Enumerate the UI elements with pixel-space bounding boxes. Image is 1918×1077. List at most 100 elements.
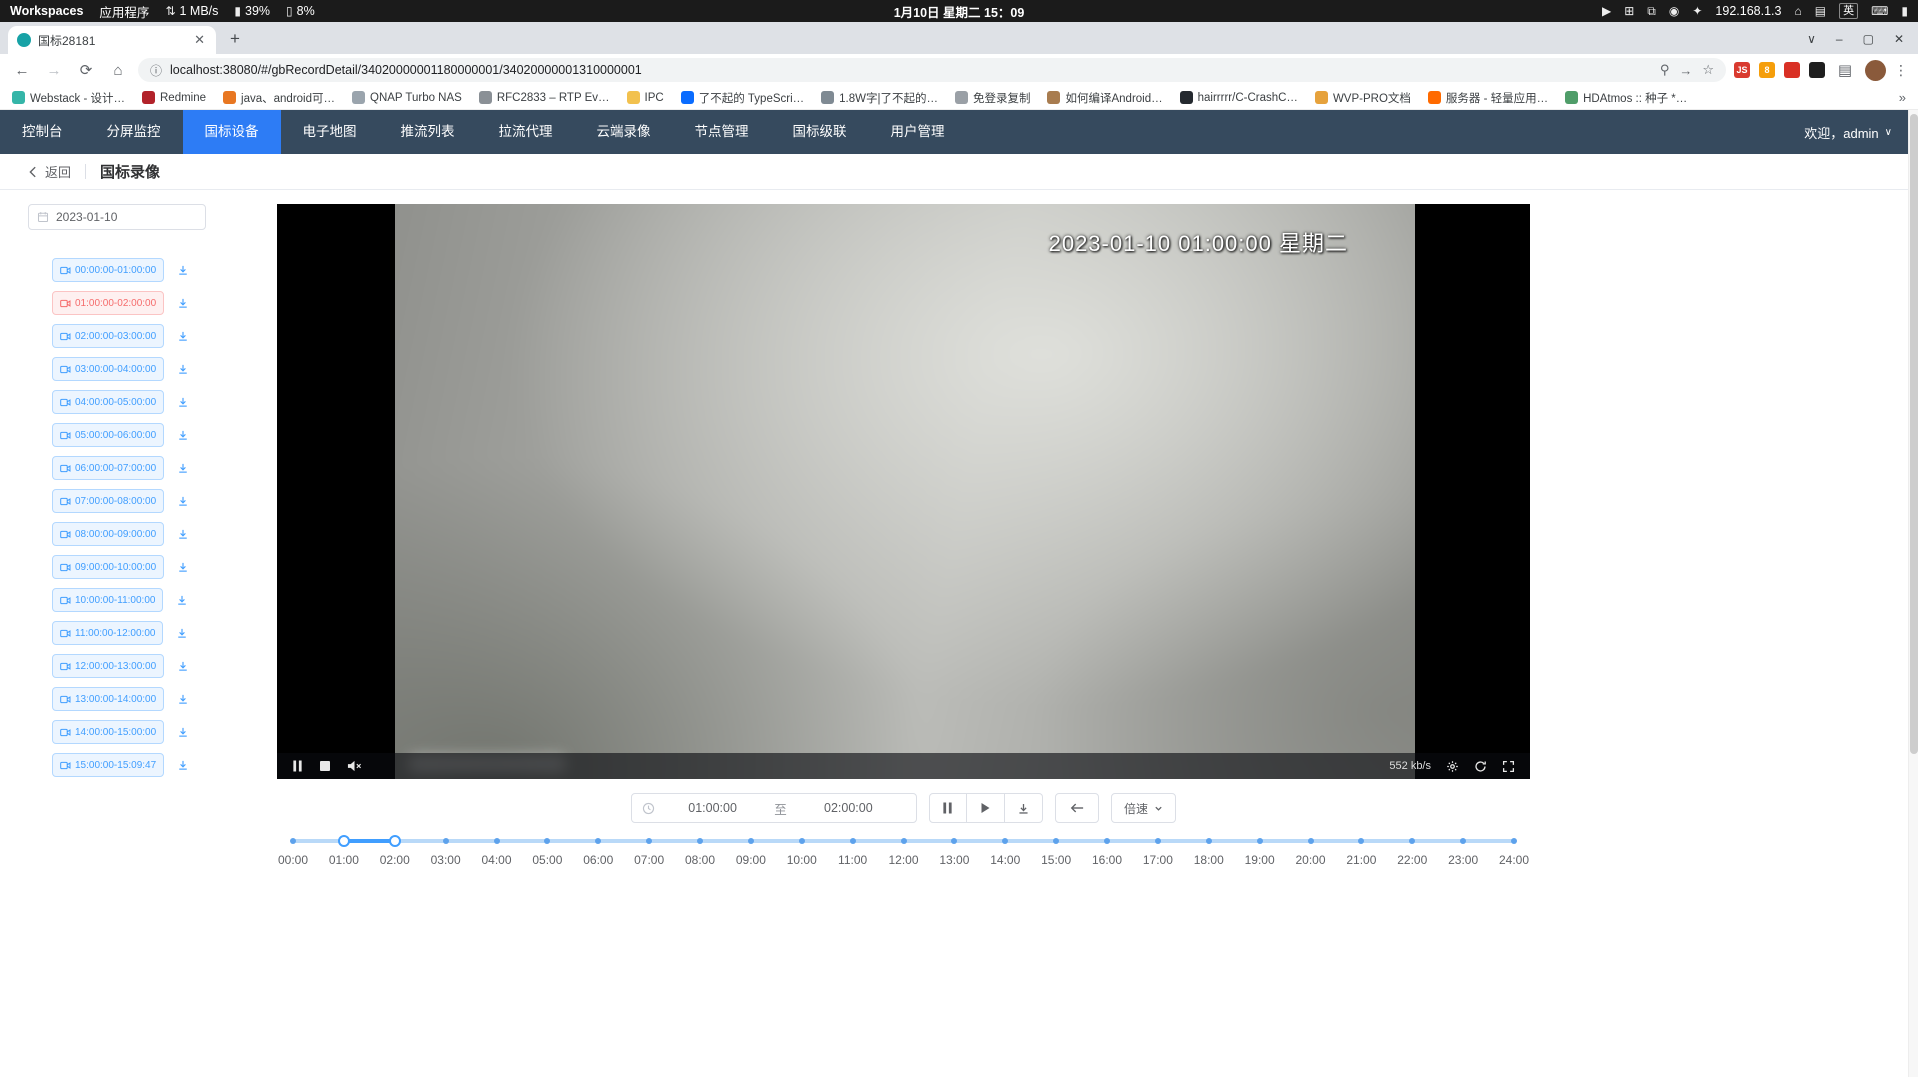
bookmark-star-icon[interactable]: ☆ (1702, 62, 1714, 78)
browser-back-icon[interactable]: ← (10, 62, 34, 79)
system-clock[interactable]: 1月10日 星期二 15：09 (894, 2, 1025, 21)
user-menu[interactable]: 欢迎，admin ∨ (1804, 123, 1918, 142)
recording-download-icon[interactable] (177, 297, 189, 309)
recording-download-icon[interactable] (177, 363, 189, 375)
nav-item-7[interactable]: 云端录像 (575, 110, 673, 154)
video-player[interactable]: 2023-01-10 01:00:00 星期二 552 kb/s (277, 204, 1530, 779)
recording-button[interactable]: 06:00:00-07:00:00 (52, 456, 164, 480)
new-tab-button[interactable]: + (222, 26, 248, 52)
extension-icon[interactable]: 8 (1759, 62, 1775, 78)
player-settings-icon[interactable] (1446, 760, 1459, 773)
player-refresh-icon[interactable] (1474, 760, 1487, 773)
player-pause-icon[interactable] (292, 760, 303, 772)
time-range-picker[interactable]: 01:00:00 至 02:00:00 (631, 793, 917, 823)
volume-muted-icon[interactable] (347, 760, 362, 772)
timeline-handle-start[interactable] (338, 835, 350, 847)
home-tray-icon[interactable]: ⌂ (1794, 4, 1801, 18)
share-icon[interactable]: → (1679, 63, 1692, 78)
recording-button[interactable]: 14:00:00-15:00:00 (52, 720, 164, 744)
back-button[interactable]: 返回 (26, 162, 71, 181)
bookmarks-overflow-icon[interactable]: » (1899, 90, 1906, 105)
bookmark-item[interactable]: WVP-PRO文档 (1315, 90, 1411, 106)
display-tray-icon[interactable]: ▤ (1815, 4, 1826, 18)
bookmark-item[interactable]: java、android可… (223, 90, 335, 106)
clipboard-tray-icon[interactable]: ⧉ (1647, 4, 1656, 19)
play-tray-icon[interactable]: ▶ (1602, 4, 1611, 18)
recording-button[interactable]: 00:00:00-01:00:00 (52, 258, 164, 282)
nav-item-2[interactable]: 分屏监控 (85, 110, 183, 154)
bookmark-item[interactable]: 免登录复制 (955, 90, 1031, 106)
nav-item-9[interactable]: 国标级联 (771, 110, 869, 154)
profile-avatar[interactable] (1865, 60, 1886, 81)
browser-reload-icon[interactable]: ⟳ (74, 61, 98, 79)
timeline[interactable]: 00:0001:0002:0003:0004:0005:0006:0007:00… (293, 831, 1514, 877)
browser-tab[interactable]: 国标28181 ✕ (8, 26, 216, 54)
recording-button[interactable]: 01:00:00-02:00:00 (52, 291, 164, 315)
seek-back-button[interactable] (1055, 793, 1099, 823)
nav-item-3[interactable]: 国标设备 (183, 110, 281, 154)
browser-home-icon[interactable]: ⌂ (106, 62, 130, 79)
input-method-indicator[interactable]: 英 (1839, 3, 1858, 19)
extension-icon[interactable] (1784, 62, 1800, 78)
playback-speed-dropdown[interactable]: 倍速 (1111, 793, 1176, 823)
recording-download-icon[interactable] (177, 660, 189, 672)
recording-button[interactable]: 13:00:00-14:00:00 (52, 687, 164, 711)
recording-download-icon[interactable] (177, 528, 189, 540)
browser-menu-icon[interactable]: ⋮ (1894, 62, 1908, 79)
recording-button[interactable]: 03:00:00-04:00:00 (52, 357, 164, 381)
browser-forward-icon[interactable]: → (42, 62, 66, 79)
bookmark-item[interactable]: 如何编译Android… (1047, 90, 1162, 106)
bookmark-item[interactable]: 了不起的 TypeScri… (681, 90, 804, 106)
play-button[interactable] (967, 793, 1005, 823)
recording-download-icon[interactable] (177, 462, 189, 474)
recording-button[interactable]: 02:00:00-03:00:00 (52, 324, 164, 348)
grid-tray-icon[interactable]: ⊞ (1624, 4, 1634, 18)
recording-button[interactable]: 15:00:00-15:09:47 (52, 753, 164, 777)
bookmark-item[interactable]: RFC2833 – RTP Ev… (479, 91, 610, 104)
applications-menu[interactable]: 应用程序 (99, 2, 149, 21)
date-picker-input[interactable]: 2023-01-10 (28, 204, 206, 230)
window-close-button[interactable]: ✕ (1894, 32, 1904, 46)
recording-button[interactable]: 07:00:00-08:00:00 (52, 489, 164, 513)
site-info-icon[interactable]: ⓘ (150, 62, 162, 79)
tab-search-chevron-icon[interactable]: ∨ (1807, 32, 1816, 46)
nav-item-4[interactable]: 电子地图 (281, 110, 379, 154)
bookmark-item[interactable]: 1.8W字|了不起的… (821, 90, 938, 106)
window-minimize-button[interactable]: – (1836, 32, 1843, 46)
battery-tray-icon[interactable]: ▮ (1901, 4, 1908, 18)
extension-icon[interactable]: JS (1734, 62, 1750, 78)
nav-item-8[interactable]: 节点管理 (673, 110, 771, 154)
timeline-handle-end[interactable] (389, 835, 401, 847)
fullscreen-icon[interactable] (1502, 760, 1515, 773)
recording-button[interactable]: 12:00:00-13:00:00 (52, 654, 164, 678)
recording-button[interactable]: 05:00:00-06:00:00 (52, 423, 164, 447)
extension-icon[interactable] (1809, 62, 1825, 78)
tool-tray-icon[interactable]: ✦ (1692, 4, 1702, 18)
start-time-value[interactable]: 01:00:00 (655, 801, 770, 815)
recording-download-icon[interactable] (177, 429, 189, 441)
recording-download-icon[interactable] (177, 495, 189, 507)
recording-download-icon[interactable] (177, 330, 189, 342)
recording-button[interactable]: 08:00:00-09:00:00 (52, 522, 164, 546)
recording-download-icon[interactable] (177, 561, 189, 573)
bookmark-item[interactable]: HDAtmos :: 种子 *… (1565, 90, 1687, 106)
page-scrollbar[interactable] (1908, 110, 1918, 1077)
url-input[interactable]: ⓘ localhost:38080/#/gbRecordDetail/34020… (138, 58, 1726, 82)
scrollbar-thumb[interactable] (1910, 114, 1918, 754)
nav-item-1[interactable]: 控制台 (0, 110, 85, 154)
player-stop-icon[interactable] (320, 761, 330, 771)
end-time-value[interactable]: 02:00:00 (791, 801, 906, 815)
bookmark-item[interactable]: 服务器 - 轻量应用… (1428, 90, 1548, 106)
recording-download-icon[interactable] (177, 759, 189, 771)
bookmark-item[interactable]: QNAP Turbo NAS (352, 91, 462, 104)
recording-download-icon[interactable] (177, 396, 189, 408)
recording-download-icon[interactable] (176, 627, 188, 639)
nav-item-5[interactable]: 推流列表 (379, 110, 477, 154)
record-tray-icon[interactable]: ◉ (1669, 4, 1679, 18)
keyboard-tray-icon[interactable]: ⌨ (1871, 4, 1888, 18)
recording-button[interactable]: 11:00:00-12:00:00 (52, 621, 163, 645)
pause-button[interactable] (929, 793, 967, 823)
nav-item-10[interactable]: 用户管理 (869, 110, 967, 154)
window-maximize-button[interactable]: ▢ (1863, 32, 1874, 46)
bookmark-item[interactable]: IPC (627, 91, 664, 104)
